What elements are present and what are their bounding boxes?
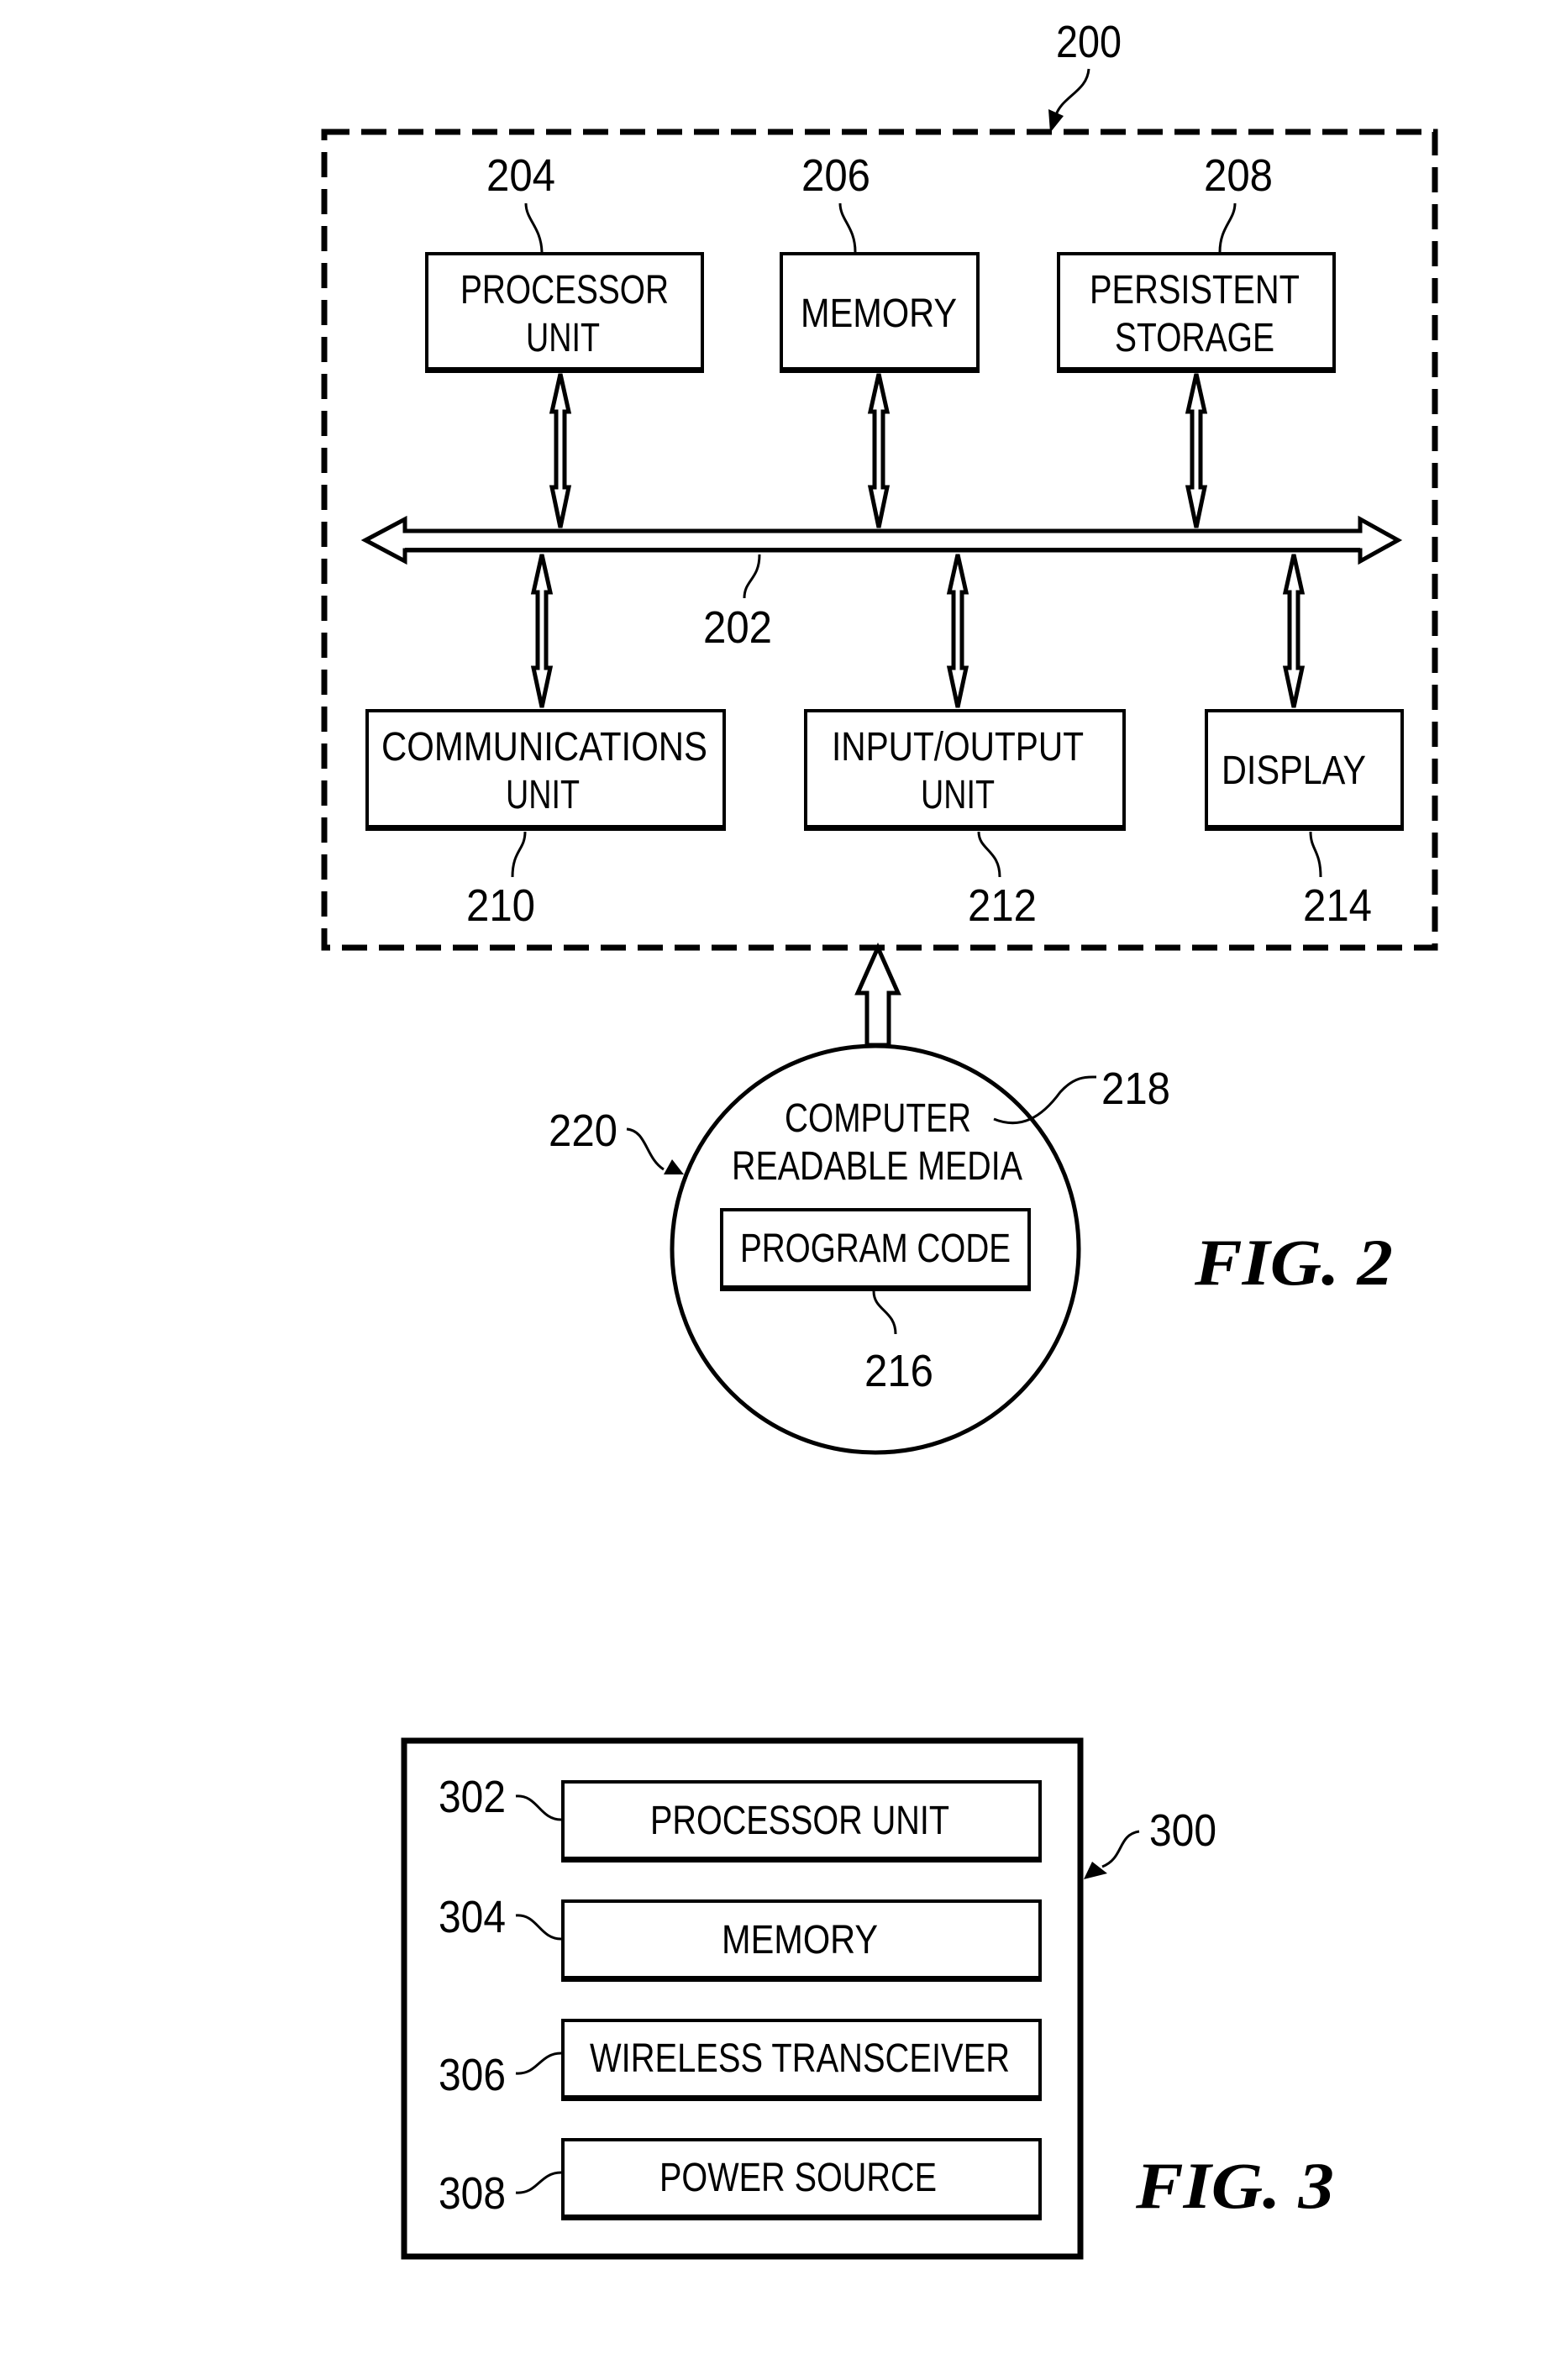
memory-label: MEMORY — [801, 292, 957, 336]
ref-218-label: 218 — [1101, 1064, 1170, 1114]
patent-drawing-sheet: 200 204 PROCESSOR UNIT 206 MEMORY 208 PE… — [321, 17, 1438, 2260]
figure-3: 300 302 PROCESSOR UNIT 304 MEMORY 306 WI… — [401, 1737, 1334, 2260]
top-bidirectional-arrows — [549, 373, 1208, 528]
ref-304-leader — [515, 1914, 562, 1941]
ref-306-label: 306 — [439, 2050, 506, 2100]
ref-202-label: 202 — [703, 602, 772, 653]
ref-302-leader — [515, 1794, 562, 1821]
ref-220-arrowhead-icon — [664, 1159, 684, 1174]
ref-306-leader — [515, 2052, 562, 2075]
fig3-component-wireless-transceiver: 306 WIRELESS TRANSCEIVER — [439, 2019, 1042, 2101]
ref-202-leader — [743, 554, 761, 599]
double-arrow-storage-bus-icon — [1185, 373, 1208, 528]
component-communications-unit: COMMUNICATIONS UNIT 210 — [365, 709, 726, 931]
ref-204-leader — [524, 202, 544, 253]
double-arrow-bus-display-icon — [1282, 554, 1306, 708]
computer-readable-media: COMPUTER READABLE MEDIA PROGRAM CODE 216… — [549, 1043, 1170, 1455]
ref-206-leader — [838, 202, 857, 253]
fig3-memory-label: MEMORY — [722, 1918, 878, 1962]
ref-220-leader — [626, 1127, 665, 1171]
ref-200-label: 200 — [1056, 17, 1122, 67]
fig3-wireless-transceiver-label: WIRELESS TRANSCEIVER — [590, 2036, 1010, 2081]
figure-3-caption: FIG. 3 — [1135, 2149, 1334, 2222]
component-processor-unit: 204 PROCESSOR UNIT — [425, 150, 704, 373]
ref-214-label: 214 — [1303, 880, 1372, 931]
ref-220-label: 220 — [549, 1106, 617, 1156]
ref-212-label: 212 — [968, 880, 1037, 931]
bus-202: 202 — [360, 515, 1403, 653]
persistent-storage-line2: STORAGE — [1115, 316, 1274, 360]
arrow-media-to-system-icon — [854, 942, 901, 1048]
fig3-component-processor-unit: 302 PROCESSOR UNIT — [439, 1772, 1042, 1862]
fig3-power-source-label: POWER SOURCE — [659, 2156, 937, 2200]
ref-308-leader — [515, 2171, 562, 2194]
processor-unit-line1: PROCESSOR — [460, 268, 669, 313]
media-label-line1: COMPUTER — [785, 1096, 971, 1141]
fig3-component-memory: 304 MEMORY — [439, 1892, 1042, 1982]
bus-double-arrow-icon — [360, 515, 1403, 565]
ref-300-label: 300 — [1149, 1805, 1216, 1856]
display-label: DISPLAY — [1222, 749, 1366, 793]
input-output-unit-line1: INPUT/OUTPUT — [832, 725, 1084, 770]
fig3-component-power-source: 308 POWER SOURCE — [439, 2138, 1042, 2220]
double-arrow-bus-comms-icon — [530, 554, 554, 708]
communications-unit-line2: UNIT — [506, 773, 580, 817]
ref-210-leader — [511, 831, 527, 878]
ref-210-label: 210 — [466, 880, 535, 931]
ref-308-label: 308 — [439, 2168, 506, 2219]
figure-2-caption: FIG. 2 — [1194, 1226, 1393, 1299]
ref-300-leader — [1101, 1830, 1140, 1868]
media-label-line2: READABLE MEDIA — [732, 1144, 1022, 1189]
fig3-processor-unit-label: PROCESSOR UNIT — [650, 1799, 949, 1843]
ref-208-label: 208 — [1204, 150, 1273, 201]
persistent-storage-line1: PERSISTENT — [1090, 268, 1300, 313]
double-arrow-processor-bus-icon — [549, 373, 572, 528]
component-memory: 206 MEMORY — [780, 150, 980, 373]
ref-302-label: 302 — [439, 1772, 506, 1822]
bus-shadow — [405, 548, 1360, 552]
program-code-label: PROGRAM CODE — [740, 1227, 1011, 1271]
communications-unit-line1: COMMUNICATIONS — [381, 725, 707, 770]
figure-2: 200 204 PROCESSOR UNIT 206 MEMORY 208 PE… — [321, 17, 1438, 1455]
ref-204-label: 204 — [486, 150, 555, 201]
ref-214-leader — [1309, 831, 1322, 878]
double-arrow-bus-io-icon — [946, 554, 969, 708]
component-input-output-unit: INPUT/OUTPUT UNIT 212 — [804, 709, 1126, 931]
ref-208-leader — [1218, 202, 1237, 253]
processor-unit-line2: UNIT — [526, 316, 600, 360]
ref-300-arrowhead-icon — [1084, 1862, 1107, 1879]
component-display: DISPLAY 214 — [1205, 709, 1404, 931]
double-arrow-memory-bus-icon — [867, 373, 891, 528]
ref-200-leader — [1053, 68, 1090, 118]
ref-206-label: 206 — [801, 150, 870, 201]
ref-216-label: 216 — [864, 1346, 933, 1396]
input-output-unit-line2: UNIT — [921, 773, 995, 817]
ref-304-label: 304 — [439, 1892, 506, 1942]
ref-212-leader — [977, 831, 1001, 878]
component-persistent-storage: 208 PERSISTENT STORAGE — [1057, 150, 1336, 373]
bottom-bidirectional-arrows — [530, 554, 1306, 708]
